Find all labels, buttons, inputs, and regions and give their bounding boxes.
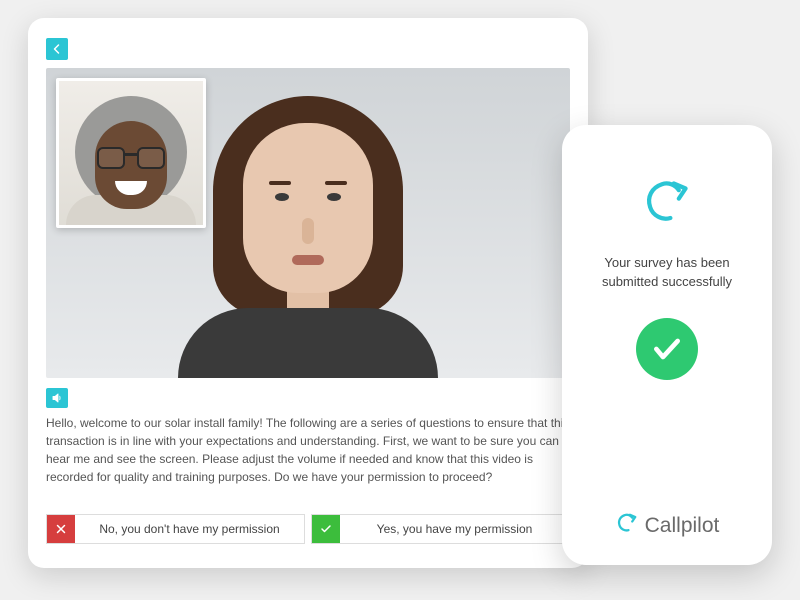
brand-name: Callpilot <box>645 514 720 538</box>
back-button[interactable] <box>46 38 68 60</box>
tablet-device: Hello, welcome to our solar install fami… <box>28 18 588 568</box>
answer-no-button[interactable]: No, you don't have my permission <box>46 514 305 544</box>
x-icon <box>47 515 75 543</box>
transcript-text: Hello, welcome to our solar install fami… <box>46 414 570 486</box>
check-icon <box>312 515 340 543</box>
replay-audio-button[interactable] <box>46 388 68 408</box>
transcript-panel: Hello, welcome to our solar install fami… <box>46 388 570 486</box>
brand-footer: Callpilot <box>615 511 720 541</box>
answer-row: No, you don't have my permission Yes, yo… <box>46 514 570 544</box>
callpilot-logo-icon <box>640 175 694 234</box>
check-icon <box>651 333 683 365</box>
answer-no-label: No, you don't have my permission <box>75 522 304 536</box>
video-call-area <box>46 68 570 378</box>
callpilot-logo-small-icon <box>615 511 639 541</box>
arrow-left-icon <box>51 43 63 55</box>
answer-yes-label: Yes, you have my permission <box>340 522 569 536</box>
customer-video-pip <box>56 78 206 228</box>
speaker-icon <box>51 392 63 404</box>
answer-yes-button[interactable]: Yes, you have my permission <box>311 514 570 544</box>
confirmation-message: Your survey has been submitted successfu… <box>582 254 752 292</box>
agent-avatar <box>168 68 448 378</box>
phone-device: Your survey has been submitted successfu… <box>562 125 772 565</box>
success-badge <box>636 318 698 380</box>
